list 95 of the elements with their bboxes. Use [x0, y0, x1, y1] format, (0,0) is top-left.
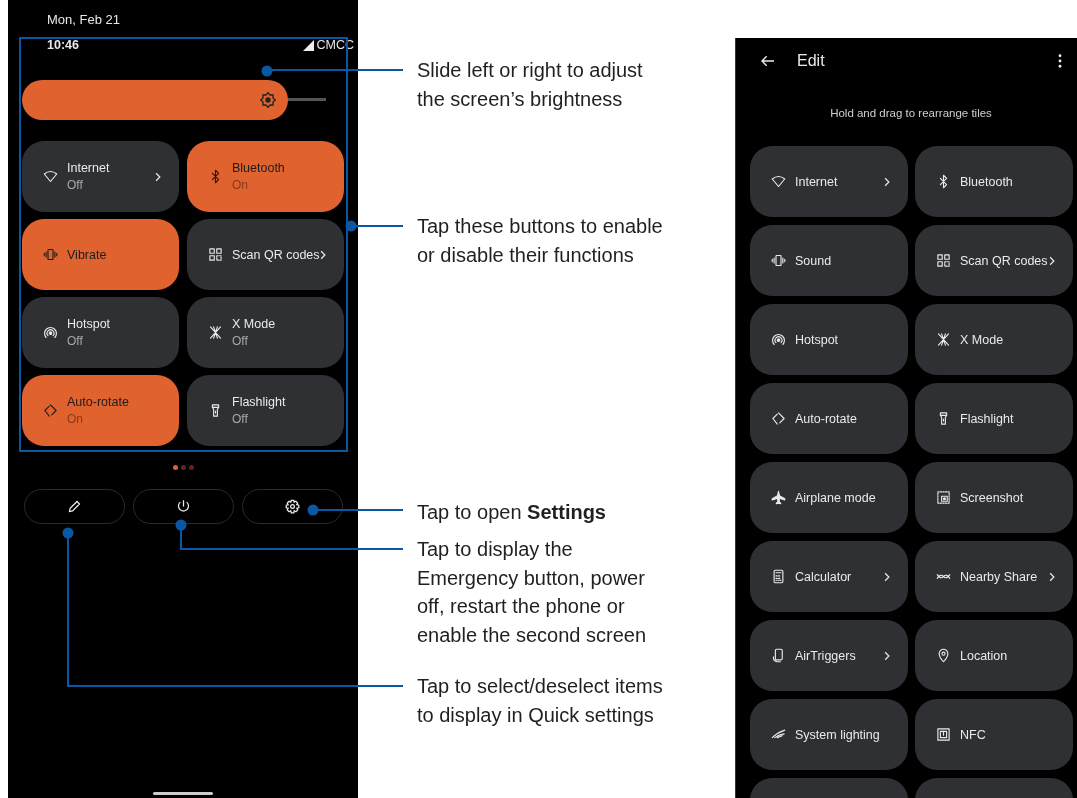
qr-code-icon: [208, 247, 223, 262]
hotspot-icon: [771, 332, 786, 347]
quick-settings-tile[interactable]: Sound: [750, 225, 908, 296]
quick-settings-tile[interactable]: Bluetooth On: [187, 141, 344, 212]
quick-settings-tile[interactable]: Airplane mode: [750, 462, 908, 533]
more-options-icon[interactable]: [1058, 54, 1062, 68]
tile-status: Off: [67, 334, 84, 348]
quick-settings-tile[interactable]: X Mode: [915, 304, 1073, 375]
tile-status: Off: [232, 412, 249, 426]
quick-settings-tile[interactable]: Screenshot: [915, 462, 1073, 533]
location-icon: [936, 648, 951, 663]
quick-settings-tile[interactable]: AirTriggers: [750, 620, 908, 691]
settings-icon: [285, 499, 300, 514]
qr-code-icon: [936, 253, 951, 268]
quick-settings-tile[interactable]: Calculator: [750, 541, 908, 612]
back-arrow-icon[interactable]: [760, 53, 776, 69]
rotate-icon: [771, 411, 786, 426]
quick-settings-tile[interactable]: Location: [915, 620, 1073, 691]
tile-label: Scan QR codes: [960, 253, 1049, 268]
quick-settings-tile[interactable]: Bluetooth: [915, 146, 1073, 217]
x-mode-icon: [936, 332, 951, 347]
quick-settings-tile[interactable]: Flashlight: [915, 383, 1073, 454]
screen-title: Edit: [797, 52, 825, 70]
callout-text: Tap to display the Emergency button, power off, restart the phone or enable the second screen: [417, 537, 648, 648]
quick-settings-tile[interactable]: Auto-rotate On: [22, 375, 179, 446]
brightness-icon: [260, 92, 276, 108]
tile-status: On: [232, 178, 249, 192]
quick-settings-tile[interactable]: Auto-rotate: [750, 383, 908, 454]
tile-label: AirTriggers: [795, 648, 857, 663]
tile-label: Internet: [67, 161, 111, 175]
tile-label: Hotspot: [795, 332, 840, 347]
tile-label: Airplane mode: [795, 490, 877, 505]
page-dot[interactable]: [180, 465, 186, 470]
tile-label: Internet: [795, 174, 839, 189]
tile-label: Auto-rotate: [67, 395, 130, 409]
wifi-icon: [43, 169, 58, 184]
tile-status: Off: [67, 178, 84, 192]
vibrate-icon: [43, 247, 58, 262]
vibrate-icon: [771, 253, 786, 268]
rotate-icon: [43, 403, 58, 418]
wifi-icon: [771, 174, 786, 189]
quick-settings-tile[interactable]: Flashlight Off: [187, 375, 344, 446]
callout-text: Tap these buttons to enable or disable their functions: [417, 214, 663, 268]
tile-label: Auto-rotate: [795, 411, 858, 426]
x-mode-icon: [208, 325, 223, 340]
tile-label: Location: [960, 648, 1009, 663]
phone-icon: [771, 648, 786, 663]
quick-settings-tile[interactable]: Scan QR codes: [915, 225, 1073, 296]
tile-label: Screenshot: [960, 490, 1025, 505]
tile-label: X Mode: [232, 317, 277, 331]
tile-label: NFC: [960, 727, 987, 742]
tile-label: Calculator: [795, 569, 853, 584]
settings-button[interactable]: [242, 489, 343, 524]
quick-settings-tile[interactable]: Internet: [750, 146, 908, 217]
callout-text: Slide left or right to adjust the screen’s brightness: [417, 58, 644, 112]
quick-settings-tile[interactable]: Hotspot: [750, 304, 908, 375]
quick-settings-tile[interactable]: Scan QR codes: [187, 219, 344, 290]
quick-settings-tile[interactable]: Vibrate: [22, 219, 179, 290]
leader-line: [345, 220, 404, 232]
tile-label: Bluetooth: [232, 161, 286, 175]
hotspot-icon: [43, 325, 58, 340]
tile-label: Sound: [795, 253, 833, 268]
page-dot[interactable]: [188, 465, 194, 470]
tile-label: Flashlight: [232, 395, 287, 409]
airplane-icon: [771, 490, 786, 505]
tile-status: Off: [232, 334, 249, 348]
tile-label: Bluetooth: [960, 174, 1014, 189]
page-dot[interactable]: [172, 465, 178, 470]
tile-label: System lighting: [795, 727, 881, 742]
power-icon: [176, 499, 191, 514]
quick-settings-tile[interactable]: NFC: [915, 699, 1073, 770]
pencil-icon: [67, 499, 82, 514]
clock-text: 10:46: [47, 38, 79, 52]
tile-label: Nearby Share: [960, 569, 1039, 584]
quick-settings-tile[interactable]: System lighting: [750, 699, 908, 770]
date-text: Mon, Feb 21: [47, 12, 120, 28]
tile-label: Vibrate: [67, 247, 108, 262]
tile-label: Scan QR codes: [232, 247, 320, 262]
calculator-icon: [771, 569, 786, 584]
home-indicator: [153, 792, 213, 795]
quick-settings-tile[interactable]: Hotspot Off: [22, 297, 179, 368]
tile-label: X Mode: [960, 332, 1005, 347]
power-button[interactable]: [133, 489, 234, 524]
tile-label: Flashlight: [960, 411, 1015, 426]
callout-text: Tap to open Settings: [417, 500, 607, 525]
tile-status: On: [67, 412, 84, 426]
callout-text: Tap to select/deselect items to display in Quick settings: [417, 674, 663, 728]
quick-settings-tile[interactable]: Internet Off: [22, 141, 179, 212]
screenshot-icon: [936, 490, 951, 505]
signal-icon: [302, 39, 314, 51]
hint-text: Hold and drag to rearrange tiles: [829, 106, 993, 121]
nfc-icon: [936, 727, 951, 742]
quick-settings-tile[interactable]: X Mode Off: [187, 297, 344, 368]
quick-settings-tile[interactable]: Nearby Share: [915, 541, 1073, 612]
tile-label: Hotspot: [67, 317, 112, 331]
